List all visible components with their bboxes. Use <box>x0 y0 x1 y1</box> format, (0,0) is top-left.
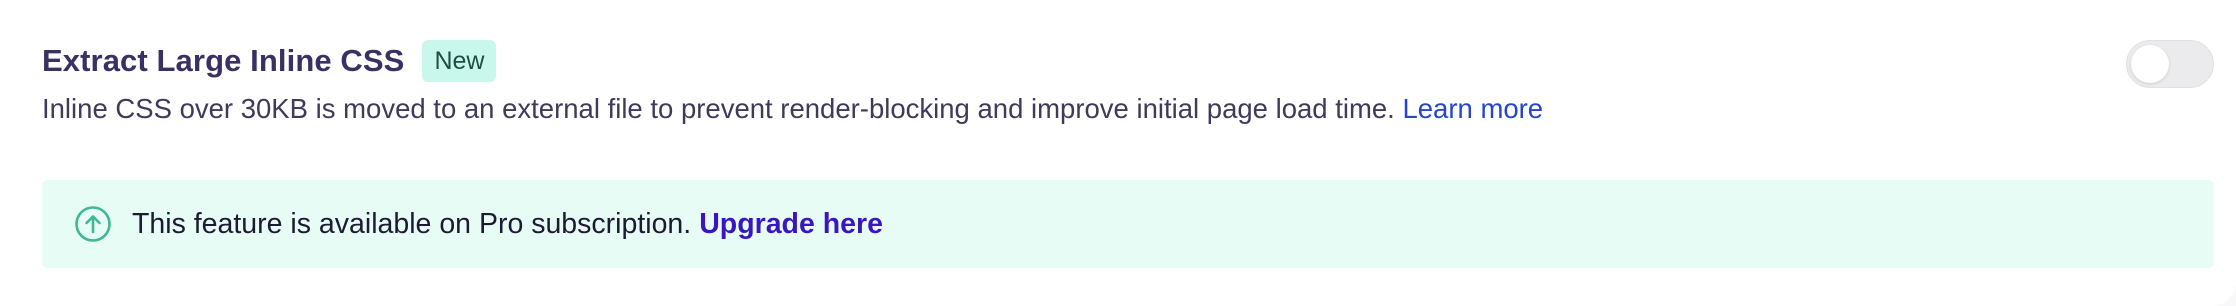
arrow-up-circle-icon <box>74 205 112 243</box>
notice-message: This feature is available on Pro subscri… <box>132 207 692 240</box>
pro-subscription-notice: This feature is available on Pro subscri… <box>42 180 2214 268</box>
new-badge: New <box>422 40 497 82</box>
feature-title: Extract Large Inline CSS <box>42 43 405 78</box>
feature-description: Inline CSS over 30KB is moved to an exte… <box>42 93 1543 125</box>
learn-more-link[interactable]: Learn more <box>1402 93 1543 124</box>
feature-header: Extract Large Inline CSS New <box>42 40 497 82</box>
toggle-knob <box>2131 45 2169 83</box>
description-text: Inline CSS over 30KB is moved to an exte… <box>42 93 1395 124</box>
upgrade-link[interactable]: Upgrade here <box>699 208 883 240</box>
notice-text: This feature is available on Pro subscri… <box>132 208 883 241</box>
feature-setting-card: Extract Large Inline CSS New Inline CSS … <box>0 0 2236 306</box>
feature-toggle[interactable] <box>2126 40 2214 88</box>
